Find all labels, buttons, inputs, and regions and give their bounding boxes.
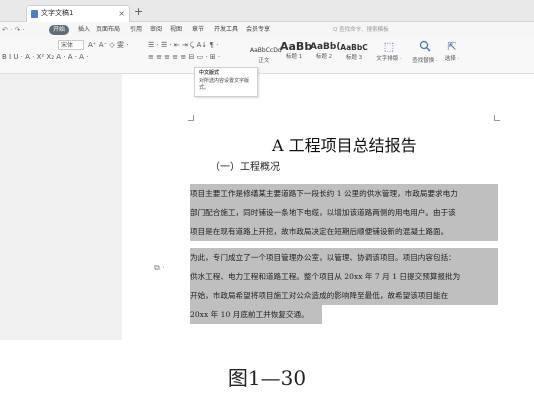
selected-paragraph-2[interactable]: 为此，专门成立了一个项目管理办公室，以管理、协调该项目。项目内容包括： 供水工程…	[190, 248, 498, 324]
style-heading-3[interactable]: AaBbC 标题 3	[340, 40, 368, 62]
paragraph-line: 为此，专门成立了一个项目管理办公室，以管理、协调该项目。项目内容包括：	[190, 248, 498, 267]
select-icon: ⇱	[447, 40, 457, 53]
font-size-controls[interactable]: A⁺ A⁻ ◇ 雯 ·	[88, 40, 128, 50]
paragraph-line: 部门配合施工，同时铺设一条地下电缆，以增加该道路两侧的用电用户。由于该	[190, 208, 456, 217]
document-icon	[31, 10, 38, 18]
menu-chapter[interactable]: 章节	[192, 22, 204, 38]
command-search-input[interactable]: Q 查找命令、搜索模板	[333, 25, 393, 35]
undo-redo-group[interactable]: ↶ · ↷ ·	[2, 22, 25, 38]
menu-review[interactable]: 审阅	[150, 22, 162, 38]
chinese-layout-tooltip: 中文版式 对所选内容设置文字版式。	[194, 67, 258, 97]
menu-member[interactable]: 会员专享	[246, 22, 270, 38]
paragraph-line: 项目主要工作是修缮某主要道路下一段长约 1 公里的供水管理，市政局要求电力	[190, 189, 458, 198]
wps-writer-window: 文字文稿1 × + ↶ · ↷ · 开始 插入 页面布局 引用 审阅 视图 章节…	[0, 0, 534, 340]
paragraph-line: 项目是在现有道路上开挖，故市政局决定在短期后顺便铺设新的混凝土路面。	[190, 227, 449, 236]
font-name-select[interactable]: 宋体	[58, 40, 84, 50]
document-tab[interactable]: 文字文稿1 ×	[26, 5, 130, 22]
document-title[interactable]: A 工程项目总结报告	[272, 132, 417, 156]
select-button[interactable]: ⇱ 选择 ·	[440, 40, 464, 62]
margin-corner-mark	[494, 115, 500, 121]
menu-bar: ↶ · ↷ · 开始 插入 页面布局 引用 审阅 视图 章节 开发工具 会员专享…	[0, 22, 534, 38]
paragraph-line: 20xx 年 10 月底前工并恢复交通。	[190, 305, 322, 324]
menu-developer[interactable]: 开发工具	[214, 22, 238, 38]
paragraph-alignment-controls[interactable]: ≡ ≡ ≡ ≡ ≡ ⊟ ▭ · ⊞ ·	[148, 52, 220, 62]
style-heading-1[interactable]: AaBb 标题 1	[280, 40, 312, 62]
menu-view[interactable]: 视图	[170, 22, 182, 38]
margin-corner-mark	[188, 115, 194, 121]
selected-paragraph-1[interactable]: 项目主要工作是修缮某主要道路下一段长约 1 公里的供水管理，市政局要求电力 部门…	[190, 184, 498, 241]
style-normal[interactable]: AaBbCcDd 正文	[250, 40, 282, 64]
find-replace-icon	[410, 40, 440, 56]
text-layout-icon: ⬚	[383, 40, 395, 53]
menu-page-layout[interactable]: 页面布局	[96, 22, 120, 38]
figure-caption: 图1—30	[227, 366, 307, 390]
find-replace-button[interactable]: 查找替换 ·	[410, 40, 440, 64]
title-bar: 文字文稿1 × +	[0, 0, 534, 22]
new-tab-button[interactable]: +	[134, 5, 143, 19]
paragraph-line: 供水工程、电力工程和道路工程。整个项目从 20xx 年 7 月 1 日提交预算报…	[190, 267, 498, 286]
style-heading-2[interactable]: AaBb( 标题 2	[310, 40, 340, 62]
document-area: A 工程项目总结报告 （一）工程概况 项目主要工作是修缮某主要道路下一段长约 1…	[0, 74, 534, 340]
tooltip-title: 中文版式	[199, 70, 220, 76]
paragraph-line: 开始，市政局希望将项目施工对公众造成的影响降至最低，故希望该项目能在	[190, 286, 498, 305]
menu-insert[interactable]: 插入	[78, 22, 90, 38]
paragraph-controls-top[interactable]: ☰ · ☰ · ⇤ ⇥ ⤹ A↓ ¶ ·	[148, 40, 218, 50]
tooltip-body: 对所选内容设置文字版式。	[199, 78, 250, 91]
document-tab-title: 文字文稿1	[41, 9, 74, 17]
close-tab-icon[interactable]: ×	[118, 6, 125, 21]
text-format-controls[interactable]: B I U · A · X² X₂ A · A · A ·	[2, 52, 88, 62]
text-layout-button[interactable]: ⬚ 文字排版 ·	[374, 40, 404, 62]
ribbon-toolbar: 宋体 A⁺ A⁻ ◇ 雯 · B I U · A · X² X₂ A · A ·…	[0, 38, 534, 74]
paragraph-handle-icon[interactable]: ⧉ ·	[154, 263, 165, 273]
document-page[interactable]: A 工程项目总结报告 （一）工程概况 项目主要工作是修缮某主要道路下一段长约 1…	[122, 74, 534, 340]
menu-start[interactable]: 开始	[49, 25, 70, 35]
menu-references[interactable]: 引用	[130, 22, 142, 38]
section-heading[interactable]: （一）工程概况	[210, 158, 280, 173]
